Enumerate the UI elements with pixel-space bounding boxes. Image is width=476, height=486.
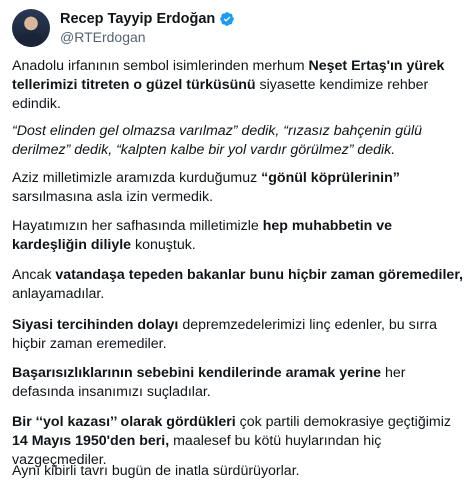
paragraph: Ancak vatandaşa tepeden bakanlar bunu hi… [12,266,464,304]
text-segment: Bir ‘‘yol kazası’’ olarak gördükleri [12,414,236,430]
paragraph: Anadolu irfanının sembol isimlerinden me… [12,57,464,114]
tweet-card: Recep Tayyip Erdoğan @RTErdogan Anadolu … [0,0,476,486]
text-segment: Anadolu irfanının sembol isimlerinden me… [12,58,309,74]
paragraph: Hayatımızın her safhasında milletimizle … [12,217,464,255]
text-segment: Hayatımızın her safhasında milletimizle [12,218,263,234]
text-segment: Aynı kibirli tavrı bugün de inatla sürdü… [12,463,300,479]
author-avatar[interactable] [12,9,50,47]
paragraph: “Dost elinden gel olmazsa varılmaz” dedi… [12,122,464,160]
author-name[interactable]: Recep Tayyip Erdoğan [60,11,215,27]
paragraph: Başarısızlıklarının sebebini kendilerind… [12,364,464,402]
text-segment: Ancak [12,267,56,283]
text-segment: sarsılmasına asla izin vermedik. [12,189,214,205]
author-name-row: Recep Tayyip Erdoğan [60,11,235,27]
text-segment: konuştuk. [131,237,196,253]
paragraph: Aynı kibirli tavrı bugün de inatla sürdü… [12,462,464,481]
text-segment: Aziz milletimizle aramızda kurduğumuz [12,170,262,186]
text-segment: anlayamadılar. [12,286,105,302]
text-segment: Siyasi tercihinden dolayı [12,317,179,333]
text-segment: Başarısızlıklarının sebebini kendilerind… [12,365,382,381]
text-segment: çok partili demokrasiye geçtiğimiz [235,414,451,430]
text-segment: “Dost elinden gel olmazsa varılmaz” dedi… [12,123,423,158]
text-segment: 14 Mayıs 1950'den beri, [12,433,170,449]
text-segment: vatandaşa tepeden bakanlar bunu hiçbir z… [55,267,463,283]
verified-badge-icon [220,12,235,26]
paragraph: Siyasi tercihinden dolayı depremzedeleri… [12,316,464,354]
text-segment: “gönül köprülerinin” [261,170,400,186]
author-handle[interactable]: @RTErdogan [60,29,146,45]
paragraph: Aziz milletimizle aramızda kurduğumuz “g… [12,169,464,207]
